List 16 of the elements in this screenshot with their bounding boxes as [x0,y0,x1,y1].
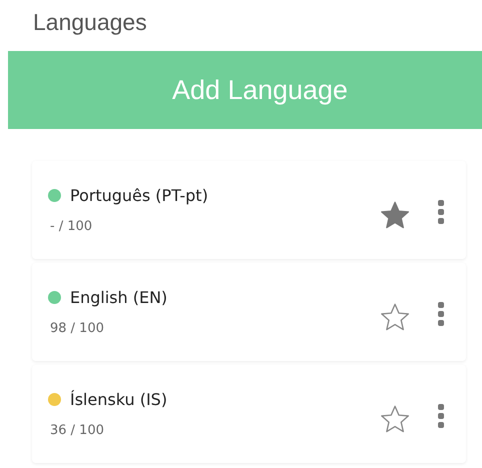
star-outline-icon[interactable] [379,301,411,333]
language-score: - / 100 [49,219,94,234]
star-outline-icon[interactable] [379,403,411,435]
language-name: English (EN) [70,288,168,307]
more-options-icon[interactable] [438,404,444,428]
language-score: 36 / 100 [49,423,105,438]
more-options-icon[interactable] [438,200,444,224]
language-card[interactable]: Português (PT-pt) - / 100 [32,161,466,259]
more-options-icon[interactable] [438,302,444,326]
language-name: Íslensku (IS) [70,390,168,409]
language-card[interactable]: Íslensku (IS) 36 / 100 [32,365,466,463]
filled-star-icon[interactable] [379,199,411,231]
language-card[interactable]: English (EN) 98 / 100 [32,263,466,361]
language-name: Português (PT-pt) [70,186,208,205]
page-title: Languages [32,8,148,37]
language-score: 98 / 100 [49,321,105,336]
